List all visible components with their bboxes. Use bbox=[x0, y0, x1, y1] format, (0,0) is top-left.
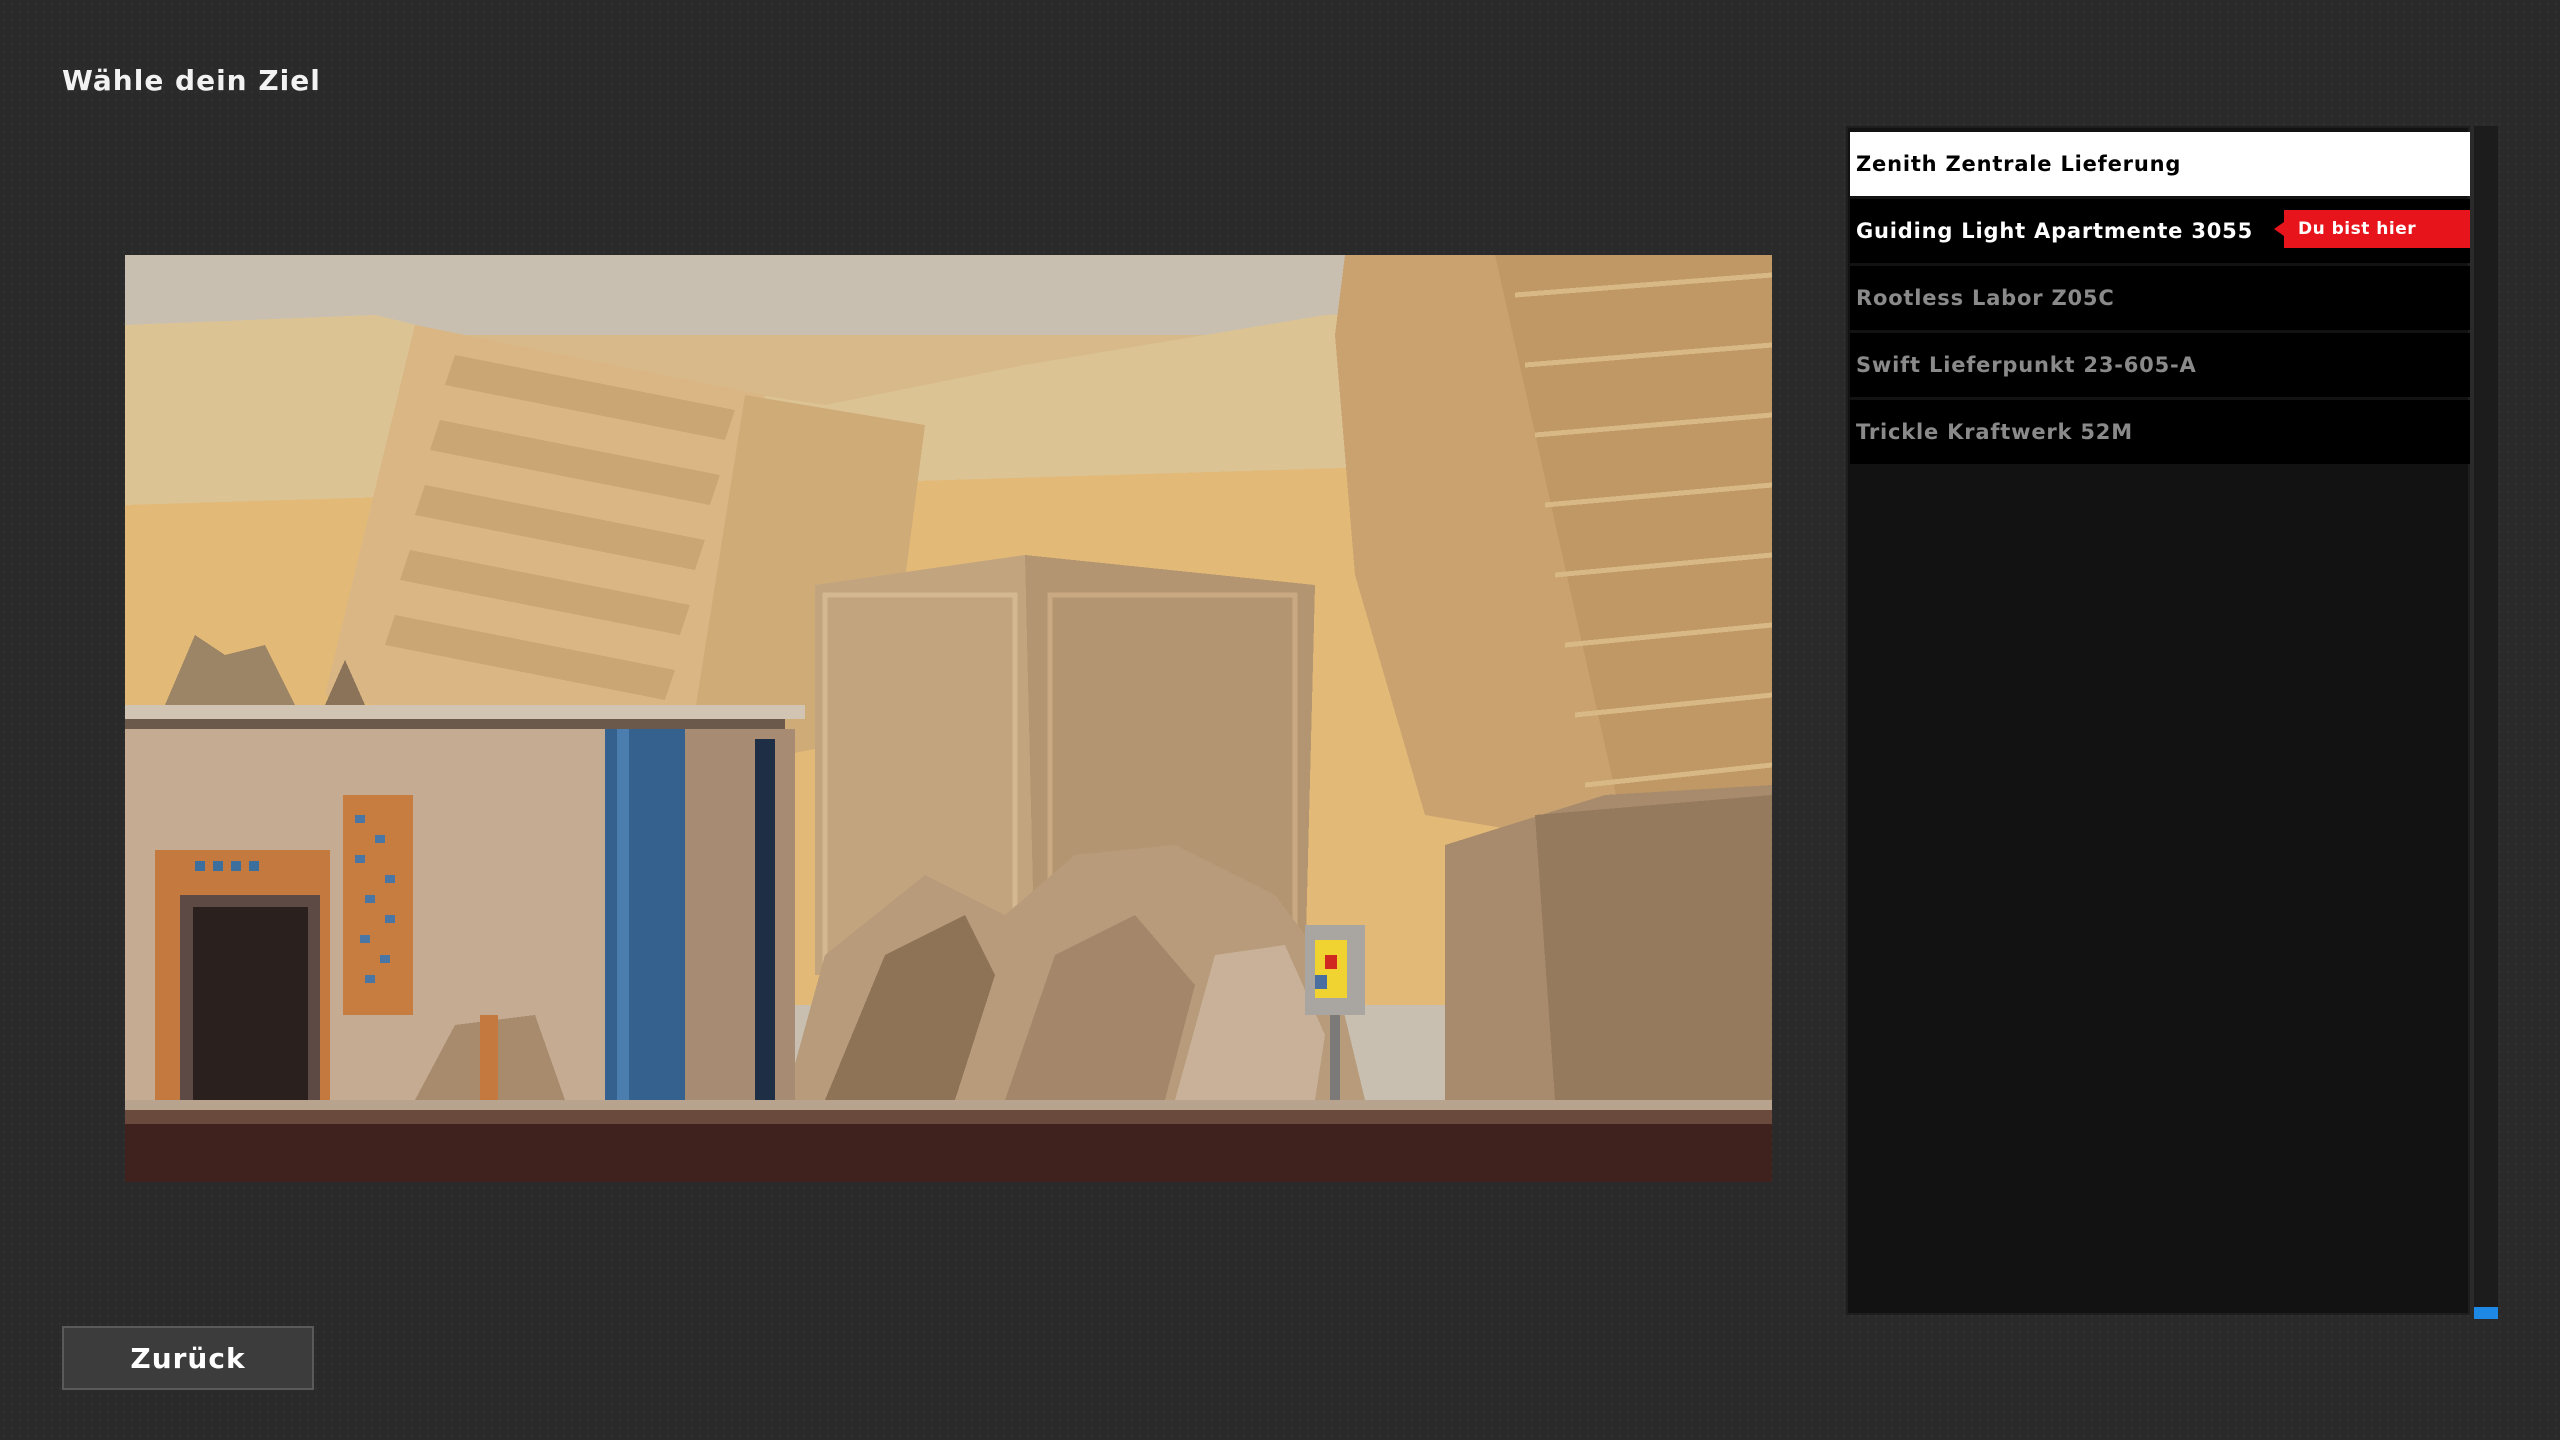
page-title: Wähle dein Ziel bbox=[62, 64, 321, 97]
destination-label: Trickle Kraftwerk 52M bbox=[1856, 420, 2133, 444]
destination-preview-image bbox=[125, 255, 1772, 1182]
current-location-badge: Du bist hier bbox=[2274, 210, 2470, 248]
destination-label: Guiding Light Apartmente 3055 bbox=[1856, 219, 2253, 243]
destination-label: Swift Lieferpunkt 23-605-A bbox=[1856, 353, 2197, 377]
destination-label: Rootless Labor Z05C bbox=[1856, 286, 2115, 310]
scrollbar-thumb[interactable] bbox=[2474, 1307, 2498, 1319]
destination-item-rootless[interactable]: Rootless Labor Z05C bbox=[1850, 266, 2470, 330]
destination-item-zenith[interactable]: Zenith Zentrale Lieferung bbox=[1850, 132, 2470, 196]
back-button[interactable]: Zurück bbox=[62, 1326, 314, 1390]
destination-item-guiding-light[interactable]: Guiding Light Apartmente 3055 Du bist hi… bbox=[1850, 199, 2470, 263]
destination-list-scrollbar[interactable] bbox=[2474, 126, 2498, 1319]
destination-list: Zenith Zentrale Lieferung Guiding Light … bbox=[1846, 126, 2470, 1315]
destination-item-trickle[interactable]: Trickle Kraftwerk 52M bbox=[1850, 400, 2470, 464]
destination-label: Zenith Zentrale Lieferung bbox=[1856, 152, 2182, 176]
destination-item-swift[interactable]: Swift Lieferpunkt 23-605-A bbox=[1850, 333, 2470, 397]
